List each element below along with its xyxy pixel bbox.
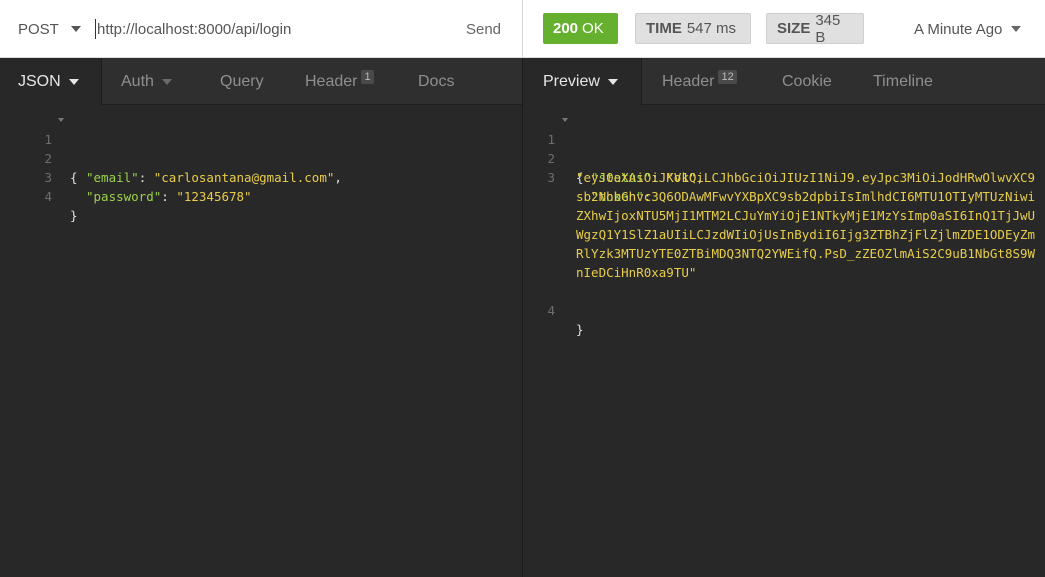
code-line: 3 "token":	[523, 149, 1045, 204]
response-body-viewer[interactable]: 1 { 2 "status": "ok", 3 "token": "eyJ0eX…	[523, 111, 1045, 337]
line-number: 4	[547, 303, 555, 318]
tab-label: Cookie	[782, 72, 832, 90]
tab-query[interactable]: Query	[220, 58, 264, 105]
history-dropdown[interactable]: A Minute Ago	[914, 0, 1022, 58]
json-key: "password"	[86, 189, 162, 204]
size-value: 345 B	[815, 11, 841, 46]
size-label: SIZE	[777, 20, 811, 37]
tab-label: Auth	[121, 72, 154, 90]
tab-label: JSON	[18, 73, 61, 90]
chevron-down-icon	[161, 78, 172, 85]
request-bar: POST http://localhost:8000/api/login Sen…	[0, 0, 1045, 58]
tab-label: Header	[662, 72, 715, 90]
tab-header[interactable]: Header 1	[305, 58, 374, 105]
tab-label: Docs	[418, 72, 455, 90]
tab-separator	[641, 58, 642, 105]
text-cursor	[95, 19, 96, 39]
code-line: 3 "password": "12345678"	[0, 149, 522, 204]
code-line: 2 "email": "carlosantana@gmail.com",	[0, 130, 522, 185]
status-text: OK	[582, 20, 604, 37]
request-pane: JSON Auth Query Header 1 Docs 1 { 2 "ema…	[0, 58, 522, 577]
response-tabs: Preview Header 12 Cookie Timeline	[523, 58, 1045, 106]
code-line: 2 "status": "ok",	[523, 130, 1045, 185]
url-input[interactable]: http://localhost:8000/api/login	[95, 0, 435, 58]
tab-separator	[101, 58, 102, 105]
tab-auth[interactable]: Auth	[121, 58, 172, 105]
status-code: 200	[553, 20, 579, 37]
chevron-down-icon	[607, 79, 618, 85]
token-wrap: "eyJ0eXAiOiJKV1QiLCJhbGciOiJIUzI1NiJ9.ey…	[523, 168, 1045, 282]
close-brace: }	[576, 322, 584, 337]
tab-docs[interactable]: Docs	[418, 58, 454, 105]
tab-preview[interactable]: Preview	[523, 58, 641, 106]
fold-arrow-icon[interactable]	[58, 118, 64, 122]
tab-label: Query	[220, 72, 264, 90]
tab-json[interactable]: JSON	[0, 58, 101, 106]
token-value: "eyJ0eXAiOiJKV1QiLCJhbGciOiJIUzI1NiJ9.ey…	[576, 170, 1036, 280]
header-count-badge: 1	[361, 69, 374, 84]
status-badge: 200 OK	[543, 13, 618, 44]
close-brace: }	[70, 208, 78, 223]
time-value: 547 ms	[686, 20, 737, 37]
tab-timeline[interactable]: Timeline	[873, 58, 933, 105]
chevron-down-icon	[70, 26, 81, 32]
request-body-editor[interactable]: 1 { 2 "email": "carlosantana@gmail.com",…	[0, 111, 522, 223]
url-value: http://localhost:8000/api/login	[97, 20, 292, 38]
request-tabs: JSON Auth Query Header 1 Docs	[0, 58, 522, 106]
line-number: 4	[44, 189, 52, 204]
tab-label: Header	[305, 72, 358, 90]
method-dropdown[interactable]: POST	[0, 0, 92, 58]
size-badge: SIZE 345 B	[766, 11, 864, 46]
time-badge: TIME 547 ms	[635, 13, 751, 44]
code-line: 4 }	[523, 282, 1045, 337]
history-label: A Minute Ago	[914, 20, 1003, 38]
code-line: 1 {	[0, 111, 522, 185]
fold-arrow-icon[interactable]	[562, 118, 568, 122]
json-string: "12345678"	[176, 189, 252, 204]
chevron-down-icon	[1011, 26, 1022, 32]
code-line: 4 }	[0, 168, 522, 223]
time-label: TIME	[646, 20, 682, 37]
divider	[522, 0, 523, 58]
password-entry: "password": "12345678"	[86, 189, 252, 204]
header-count-badge: 12	[718, 69, 737, 84]
send-button[interactable]: Send	[445, 0, 522, 58]
tab-response-header[interactable]: Header 12	[662, 58, 737, 105]
tab-cookie[interactable]: Cookie	[782, 58, 832, 105]
code-line: 1 {	[523, 111, 1045, 185]
tab-label: Preview	[543, 73, 600, 90]
chevron-down-icon	[68, 79, 79, 85]
tab-label: Timeline	[873, 72, 933, 90]
method-label: POST	[18, 20, 59, 38]
